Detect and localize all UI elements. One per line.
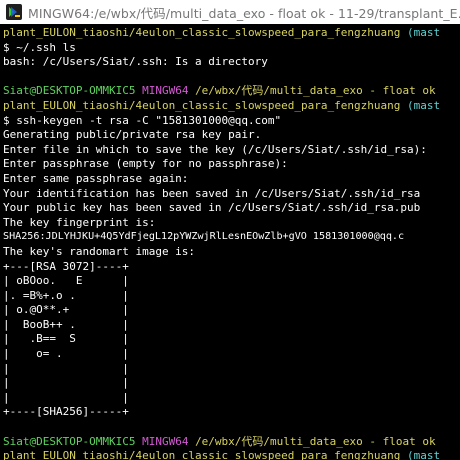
command-line: $ ssh-keygen -t rsa -C "1581301000@qq.co… xyxy=(3,113,282,127)
prompt-path: plant_EULON_tiaoshi/4eulon_classic_slows… xyxy=(3,98,401,112)
terminal-line: Generating public/private rsa key pair. xyxy=(3,128,262,142)
randomart-line: | | xyxy=(3,361,129,375)
prompt-user: Siat@DESKTOP-OMMKIC5 xyxy=(3,434,136,448)
window-title: MINGW64:/e/wbx/代码/multi_data_exo - float… xyxy=(28,5,460,21)
randomart-line: +---[RSA 3072]----+ xyxy=(3,259,129,273)
terminal-line: Enter file in which to save the key (/c/… xyxy=(3,142,427,156)
mingw-terminal-icon xyxy=(6,4,22,20)
prompt-path: plant_EULON_tiaoshi/4eulon_classic_slows… xyxy=(3,26,401,39)
prompt-line: plant_EULON_tiaoshi/4eulon_classic_slows… xyxy=(3,449,460,460)
terminal-window: MINGW64:/e/wbx/代码/multi_data_exo - float… xyxy=(0,0,460,460)
randomart-line: | oBOoo. E | xyxy=(3,274,129,288)
prompt-line: Siat@DESKTOP-OMMKIC5 MINGW64 /e/wbx/代码/m… xyxy=(3,84,460,99)
randomart-line: | | xyxy=(3,376,129,390)
terminal-line: plant_EULON_tiaoshi/4eulon_classic_slows… xyxy=(3,26,460,41)
randomart-line: | BooB++ . | xyxy=(3,317,129,331)
prompt-path: /e/wbx/代码/multi_data_exo - float ok xyxy=(195,84,436,98)
randomart-line: | o= . | xyxy=(3,347,129,361)
prompt-shell: MINGW64 xyxy=(142,434,189,448)
prompt-user: Siat@DESKTOP-OMMKIC5 xyxy=(3,84,136,98)
terminal-line: Enter passphrase (empty for no passphras… xyxy=(3,157,288,171)
terminal-line: Your public key has been saved in /c/Use… xyxy=(3,201,421,215)
prompt-branch: (mast xyxy=(400,449,441,460)
randomart-line: +----[SHA256]-----+ xyxy=(3,405,129,419)
terminal-line: The key's randomart image is: xyxy=(3,244,196,258)
prompt-shell: MINGW64 xyxy=(142,84,189,98)
title-bar[interactable]: MINGW64:/e/wbx/代码/multi_data_exo - float… xyxy=(0,0,460,24)
terminal-output[interactable]: plant_EULON_tiaoshi/4eulon_classic_slows… xyxy=(0,24,460,460)
randomart-line: |. =B%+.o . | xyxy=(3,288,129,302)
prompt-path: plant_EULON_tiaoshi/4eulon_classic_slows… xyxy=(3,449,401,460)
key-fingerprint: SHA256:JDLYHJKU+4Q5YdFjegL12pYWZwjRlLesn… xyxy=(3,231,405,243)
prompt-line: Siat@DESKTOP-OMMKIC5 MINGW64 /e/wbx/代码/m… xyxy=(3,435,460,450)
terminal-line: Enter same passphrase again: xyxy=(3,171,189,185)
randomart-line: | | xyxy=(3,390,129,404)
prompt-path: /e/wbx/代码/multi_data_exo - float ok xyxy=(195,434,436,448)
command-line: $ ~/.ssh ls xyxy=(3,40,76,54)
prompt-line: plant_EULON_tiaoshi/4eulon_classic_slows… xyxy=(3,99,460,114)
randomart-line: | o.@O**.+ | xyxy=(3,303,129,317)
prompt-branch: (mast xyxy=(400,26,441,39)
terminal-line: Your identification has been saved in /c… xyxy=(3,186,421,200)
terminal-line: bash: /c/Users/Siat/.ssh: Is a directory xyxy=(3,55,268,69)
randomart-line: | .B== S | xyxy=(3,332,129,346)
prompt-branch: (mast xyxy=(400,98,441,112)
terminal-line: The key fingerprint is: xyxy=(3,215,156,229)
